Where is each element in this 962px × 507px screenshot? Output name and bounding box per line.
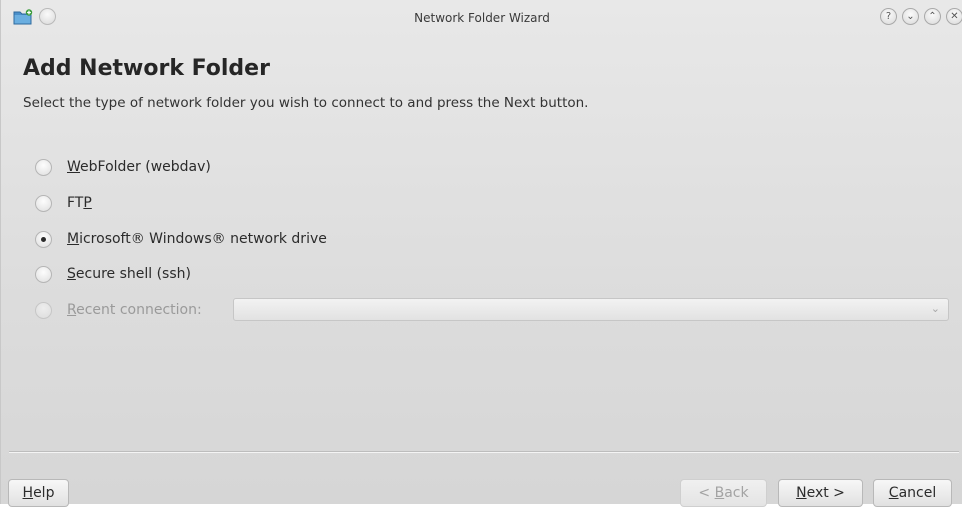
minimize-icon: ⌄ [906, 11, 915, 22]
option-label: FTP [67, 195, 92, 211]
radio-recent-connection [35, 301, 52, 319]
option-label: Microsoft® Windows® network drive [67, 231, 327, 247]
next-button[interactable]: Next > [778, 479, 863, 507]
maximize-button[interactable]: ⌃ [924, 8, 941, 25]
help-button[interactable]: Help [8, 479, 69, 507]
close-icon: ✕ [950, 11, 959, 22]
radio-webfolder[interactable] [35, 158, 52, 176]
radio-ftp[interactable] [35, 194, 52, 212]
maximize-icon: ⌃ [928, 11, 937, 22]
option-label: WebFolder (webdav) [67, 159, 211, 175]
cancel-button[interactable]: Cancel [873, 479, 952, 507]
option-windows-network-drive[interactable]: Microsoft® Windows® network drive [35, 228, 327, 250]
help-title-button[interactable]: ? [880, 8, 897, 25]
recent-connection-combo: ⌄ [233, 298, 949, 321]
option-label: Secure shell (ssh) [67, 266, 191, 282]
close-button[interactable]: ✕ [946, 8, 962, 25]
minimize-button[interactable]: ⌄ [902, 8, 919, 25]
page-title: Add Network Folder [23, 56, 270, 81]
page-subtitle: Select the type of network folder you wi… [23, 95, 589, 111]
radio-windows-network-drive[interactable] [35, 230, 52, 248]
footer-separator [9, 451, 959, 453]
chevron-down-icon: ⌄ [930, 302, 940, 315]
title-bar: Network Folder Wizard ? ⌄ ⌃ ✕ [1, 0, 962, 38]
window-title: Network Folder Wizard [414, 11, 550, 25]
option-secure-shell[interactable]: Secure shell (ssh) [35, 263, 191, 285]
option-label: Recent connection: [67, 302, 202, 318]
radio-secure-shell[interactable] [35, 265, 52, 283]
option-ftp[interactable]: FTP [35, 192, 92, 214]
option-recent-connection: Recent connection: [35, 299, 202, 321]
back-button: < Back [680, 479, 767, 507]
option-webfolder[interactable]: WebFolder (webdav) [35, 156, 211, 178]
wizard-window: Network Folder Wizard ? ⌄ ⌃ ✕ Add Networ… [0, 0, 962, 507]
question-icon: ? [885, 11, 892, 22]
